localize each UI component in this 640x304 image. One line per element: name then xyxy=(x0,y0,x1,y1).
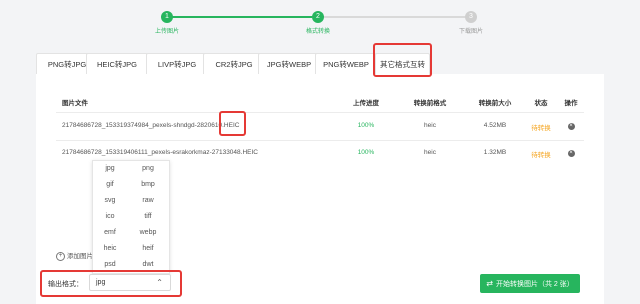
delete-button[interactable]: × xyxy=(561,149,581,157)
status-badge: 待转换 xyxy=(531,125,551,132)
format-option[interactable]: heic xyxy=(93,241,127,257)
delete-button[interactable]: × xyxy=(561,122,581,130)
status-badge: 待转换 xyxy=(531,152,551,159)
format-option[interactable]: raw xyxy=(131,193,165,209)
table-row: 21784686728_153319374984_pexels-shndgd-2… xyxy=(56,122,584,136)
progress-stepper: 1 上传图片 2 格式转换 3 下载图片 xyxy=(0,0,640,44)
format-option[interactable]: gif xyxy=(93,177,127,193)
header-action: 操作 xyxy=(564,100,578,107)
upload-progress: 100% xyxy=(357,149,375,156)
header-progress: 上传进度 xyxy=(353,100,379,107)
source-format: heic xyxy=(424,122,436,129)
plus-circle-icon: + xyxy=(56,251,65,261)
step-connector xyxy=(324,16,465,18)
tab-jpg-to-webp[interactable]: JPG转WEBP xyxy=(258,53,320,74)
divider xyxy=(56,140,584,141)
format-option[interactable]: svg xyxy=(93,193,127,209)
step-3-icon: 3 xyxy=(465,11,477,23)
step-connector xyxy=(171,16,312,18)
format-option[interactable]: jpg xyxy=(93,161,127,177)
tab-cr2-to-jpg[interactable]: CR2转JPG xyxy=(203,53,265,74)
file-name: 21784686728_153319406111_pexels-esrakork… xyxy=(62,149,258,156)
divider xyxy=(56,112,584,113)
step-1-label: 上传图片 xyxy=(154,29,179,35)
header-file: 图片文件 xyxy=(62,100,88,107)
table-header: 图片文件 上传进度 转换前格式 转换前大小 状态 操作 xyxy=(56,97,584,111)
header-format: 转换前格式 xyxy=(413,100,447,107)
highlight-box xyxy=(219,111,246,136)
step-1-icon: 1 xyxy=(161,11,173,23)
format-dropdown: jpg png gif bmp svg raw ico tiff emf web… xyxy=(92,160,170,274)
start-convert-label: 开始转换图片（共 2 张） xyxy=(495,281,574,288)
step-2-icon: 2 xyxy=(312,11,324,23)
format-option[interactable]: bmp xyxy=(131,177,165,193)
upload-progress: 100% xyxy=(357,122,375,129)
source-format: heic xyxy=(424,149,436,156)
step-2-label: 格式转换 xyxy=(305,29,330,35)
header-status: 状态 xyxy=(534,100,548,107)
add-image-label: 添加图片 xyxy=(67,253,93,260)
format-option[interactable]: tiff xyxy=(131,209,165,225)
format-option[interactable]: ico xyxy=(93,209,127,225)
file-name: 21784686728_153319374984_pexels-shndgd-2… xyxy=(62,122,240,129)
delete-icon[interactable]: × xyxy=(567,123,575,130)
format-option[interactable]: heif xyxy=(131,241,165,257)
highlight-box xyxy=(40,270,182,297)
add-image-link[interactable]: + 添加图片 xyxy=(56,250,93,261)
format-option[interactable]: png xyxy=(131,161,165,177)
format-option[interactable]: emf xyxy=(93,225,127,241)
convert-icon: ⇄ xyxy=(486,279,493,288)
format-option[interactable]: webp xyxy=(131,225,165,241)
delete-icon[interactable]: × xyxy=(567,150,575,157)
highlight-box xyxy=(373,43,432,77)
tab-heic-to-jpg[interactable]: HEIC转JPG xyxy=(86,53,148,74)
start-convert-button[interactable]: ⇄ 开始转换图片（共 2 张） xyxy=(480,274,580,293)
tab-livp-to-jpg[interactable]: LIVP转JPG xyxy=(146,53,208,74)
tab-png-to-webp[interactable]: PNG转WEBP xyxy=(315,53,377,74)
step-3-label: 下载图片 xyxy=(458,29,483,35)
